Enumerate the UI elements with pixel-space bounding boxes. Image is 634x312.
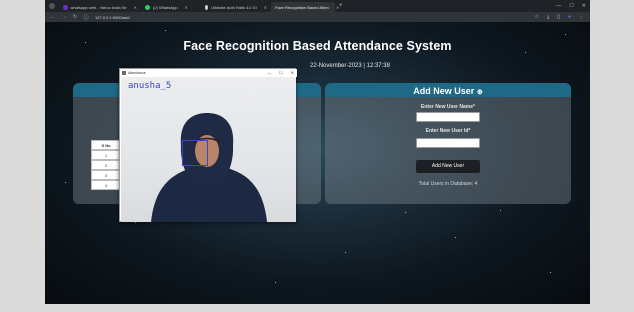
user-id-label: Enter New User Id* [425, 128, 471, 134]
tab-menu-icon[interactable] [49, 3, 55, 9]
github-favicon-icon [205, 4, 209, 10]
close-icon[interactable]: ✕ [291, 69, 294, 77]
tab-whatsapp[interactable]: (2) WhatsApp ✕ [141, 2, 201, 12]
add-new-user-button[interactable]: Add New User [416, 160, 480, 173]
tab-github[interactable]: Ultimate Auth Rails 4.0 Gi ✕ [201, 2, 271, 12]
toolbar-actions: ☆ ⤓ ▯ ● ⋮ [535, 12, 585, 22]
camera-window-controls: — ☐ ✕ [267, 69, 294, 77]
user-add-icon: ⊕ [476, 89, 483, 96]
address-bar: ← → ↻ ⓘ 127.0.0.1:5000/add ☆ ⤓ ▯ ● ⋮ [45, 12, 590, 22]
sidebar-icon[interactable]: ▯ [557, 12, 560, 22]
user-name-input[interactable] [416, 112, 480, 122]
yahoo-favicon-icon [63, 4, 68, 10]
table-cell-sno: 1 [91, 150, 121, 160]
back-icon[interactable]: ← [50, 14, 56, 20]
reload-icon[interactable]: ↻ [72, 14, 78, 20]
tab-label: Face Recognition Based Atten [275, 4, 329, 10]
page-content: Face Recognition Based Attendance System… [45, 22, 590, 304]
site-info-icon[interactable]: ⓘ [83, 14, 89, 21]
tab-label: Ultimate Auth Rails 4.0 Gi [211, 4, 257, 10]
camera-window-icon [122, 71, 126, 75]
close-window-icon[interactable]: ✕ [582, 0, 586, 12]
add-user-panel: Add New User ⊕ Enter New User Name* Ente… [325, 83, 571, 204]
tab-label: whatsapp web - Yahoo India Se [70, 4, 127, 10]
url-field[interactable]: 127.0.0.1:5000/add [95, 15, 129, 20]
camera-feed: anusha_5 [121, 77, 296, 222]
close-tab-icon[interactable]: ✕ [134, 5, 137, 10]
bookmark-star-icon[interactable]: ☆ [535, 12, 539, 22]
minimize-icon[interactable]: — [267, 69, 271, 77]
table-cell-sno: 4 [91, 180, 121, 190]
person-image [151, 113, 267, 222]
table-cell-sno: 3 [91, 170, 121, 180]
maximize-icon[interactable]: ☐ [279, 69, 283, 77]
table-cell-sno: 2 [91, 160, 121, 170]
user-id-input[interactable] [416, 138, 480, 148]
add-user-heading: Add New User ⊕ [325, 83, 571, 97]
whatsapp-favicon-icon [145, 4, 150, 10]
close-tab-icon[interactable]: ✕ [184, 5, 187, 10]
total-users-text: Total Users in Database: 4 [418, 181, 478, 187]
attendance-camera-window: Attendance — ☐ ✕ anusha_5 [119, 68, 297, 222]
page-title: Face Recognition Based Attendance System [183, 39, 452, 53]
download-icon[interactable]: ⤓ [547, 12, 549, 22]
column-header-sno: S No [91, 140, 121, 150]
add-user-heading-text: Add New User [413, 86, 475, 96]
close-tab-icon[interactable]: ✕ [264, 5, 267, 10]
maximize-icon[interactable]: ☐ [569, 0, 573, 12]
menu-icon[interactable]: ⋮ [579, 12, 584, 22]
screen-frame: whatsapp web - Yahoo India Se ✕ (2) What… [0, 0, 634, 312]
camera-window-title: Attendance [128, 71, 146, 75]
new-tab-icon[interactable]: + [339, 3, 343, 9]
profile-icon[interactable]: ● [568, 12, 571, 22]
forward-icon[interactable]: → [61, 14, 67, 20]
minimize-icon[interactable]: — [556, 0, 561, 12]
window-controls: — ☐ ✕ [556, 0, 586, 12]
face-detection-box [182, 140, 208, 166]
tab-label: (2) WhatsApp [153, 4, 178, 10]
tab-face-recognition[interactable]: Face Recognition Based Atten ✕ [271, 2, 339, 12]
camera-window-titlebar[interactable]: Attendance — ☐ ✕ [120, 69, 297, 77]
tab-bar: whatsapp web - Yahoo India Se ✕ (2) What… [45, 0, 590, 12]
browser-window: whatsapp web - Yahoo India Se ✕ (2) What… [45, 0, 590, 304]
tab-yahoo[interactable]: whatsapp web - Yahoo India Se ✕ [59, 2, 141, 12]
user-name-label: Enter New User Name* [421, 104, 475, 110]
